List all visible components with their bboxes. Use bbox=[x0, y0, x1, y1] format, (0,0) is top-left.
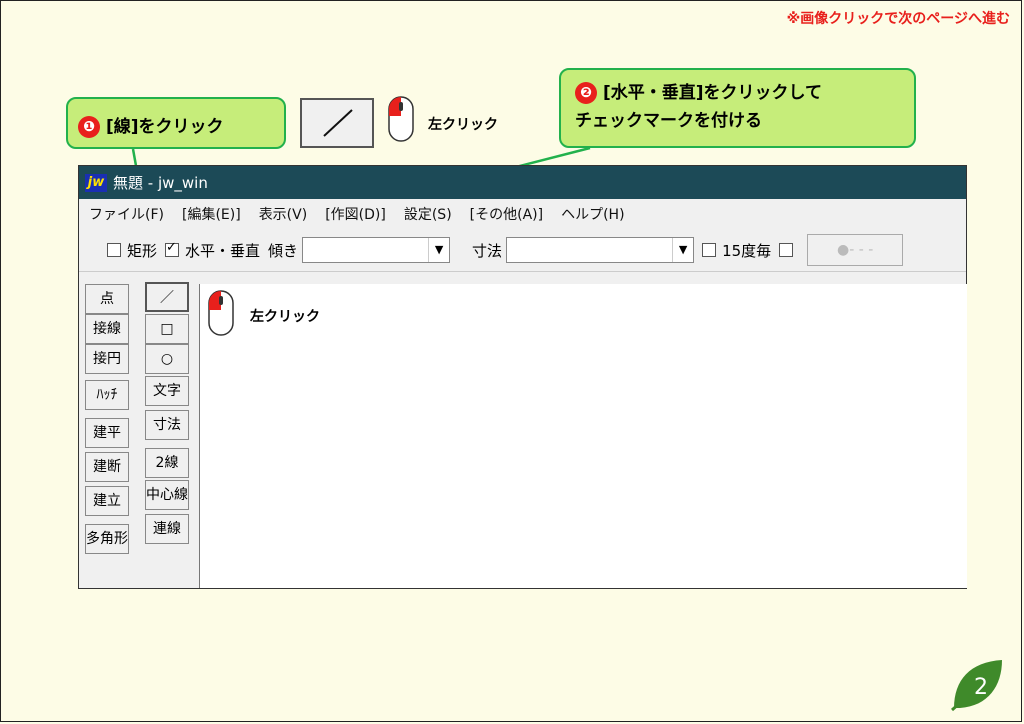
menu-edit[interactable]: [編集(E)] bbox=[182, 204, 241, 224]
tool-connect-line[interactable]: 連線 bbox=[145, 514, 189, 544]
tool-palette: 点 接線 接円 ﾊｯﾁ 建平 建断 建立 多角形 ／ □ ○ 文字 寸法 2線 … bbox=[79, 272, 201, 588]
incline-combo[interactable]: ▼ bbox=[302, 237, 451, 263]
tool-options-bar: 矩形 水平・垂直 傾き ▼ 寸法 ▼ 15度毎 ●- - - bbox=[79, 229, 966, 272]
line-button-sample bbox=[300, 98, 374, 148]
tool-point[interactable]: 点 bbox=[85, 284, 129, 314]
mouse-label-canvas: 左クリック bbox=[250, 309, 320, 325]
tool-text[interactable]: 文字 bbox=[145, 376, 189, 406]
callout-step1: ❶ [線]をクリック bbox=[66, 97, 286, 149]
drawing-canvas[interactable]: 左クリック bbox=[199, 284, 967, 588]
menu-other[interactable]: [その他(A)] bbox=[470, 204, 543, 224]
rect-checkbox[interactable]: 矩形 bbox=[107, 240, 157, 261]
dim-label: 寸法 bbox=[472, 241, 503, 260]
tool-double-line[interactable]: 2線 bbox=[145, 448, 189, 478]
menu-settings[interactable]: 設定(S) bbox=[404, 204, 452, 224]
next-page-note[interactable]: ※画像クリックで次のページへ進む bbox=[787, 8, 1010, 28]
mouse-left-click-icon bbox=[208, 290, 234, 336]
tool-hatch[interactable]: ﾊｯﾁ bbox=[85, 380, 129, 410]
tool-tangent-circle[interactable]: 接円 bbox=[85, 344, 129, 374]
jw-win-window: jw 無題 - jw_win ファイル(F) [編集(E)] 表示(V) [作図… bbox=[78, 165, 967, 589]
tool-plan[interactable]: 建平 bbox=[85, 418, 129, 448]
hv-check-icon[interactable] bbox=[165, 240, 180, 257]
deg15-checkbox[interactable]: 15度毎 bbox=[702, 240, 771, 261]
tool-elevation[interactable]: 建立 bbox=[85, 486, 129, 516]
tool-line[interactable]: ／ bbox=[145, 282, 189, 312]
tool-center-line[interactable]: 中心線 bbox=[145, 480, 189, 510]
jw-logo-icon: jw bbox=[85, 173, 107, 192]
mouse-label-top: 左クリック bbox=[428, 117, 498, 133]
dim-combo[interactable]: ▼ bbox=[506, 237, 695, 263]
step1-number: ❶ bbox=[78, 116, 100, 138]
incline-label: 傾き bbox=[268, 241, 299, 260]
linetype-check-icon[interactable] bbox=[779, 243, 794, 257]
leaf-page-badge-icon[interactable]: 2 bbox=[948, 656, 1006, 712]
tool-tangent-line[interactable]: 接線 bbox=[85, 314, 129, 344]
tool-section[interactable]: 建断 bbox=[85, 452, 129, 482]
tool-dimension[interactable]: 寸法 bbox=[145, 410, 189, 440]
line-sample-icon bbox=[323, 109, 353, 137]
step2-text-line2: チェックマークを付ける bbox=[575, 111, 762, 131]
tool-circle[interactable]: ○ bbox=[145, 344, 189, 374]
dim-dropdown-icon[interactable]: ▼ bbox=[672, 238, 693, 262]
linetype-checkbox[interactable] bbox=[779, 243, 799, 257]
incline-field: 傾き ▼ bbox=[268, 237, 451, 263]
deg15-check-icon[interactable] bbox=[702, 243, 717, 257]
incline-dropdown-icon[interactable]: ▼ bbox=[428, 238, 449, 262]
tool-rectangle[interactable]: □ bbox=[145, 314, 189, 344]
title-bar: jw 無題 - jw_win bbox=[79, 166, 966, 199]
callout-step2: ❷ [水平・垂直]をクリックして チェックマークを付ける bbox=[559, 68, 916, 148]
menu-bar: ファイル(F) [編集(E)] 表示(V) [作図(D)] 設定(S) [その他… bbox=[79, 199, 966, 229]
menu-file[interactable]: ファイル(F) bbox=[89, 204, 164, 224]
step1-text: [線]をクリック bbox=[106, 117, 224, 137]
mouse-left-click-icon bbox=[388, 96, 414, 142]
step2-number: ❷ bbox=[575, 82, 597, 104]
dim-field: 寸法 ▼ bbox=[472, 237, 695, 263]
tool-polygon[interactable]: 多角形 bbox=[85, 524, 129, 554]
page-number: 2 bbox=[974, 675, 988, 700]
deg15-label: 15度毎 bbox=[722, 241, 772, 260]
rect-label: 矩形 bbox=[127, 241, 158, 260]
menu-draw[interactable]: [作図(D)] bbox=[325, 204, 386, 224]
menu-help[interactable]: ヘルプ(H) bbox=[561, 204, 624, 224]
horizontal-vertical-checkbox[interactable]: 水平・垂直 bbox=[165, 240, 260, 261]
window-title: 無題 - jw_win bbox=[113, 174, 208, 192]
menu-view[interactable]: 表示(V) bbox=[259, 204, 308, 224]
rect-check-icon[interactable] bbox=[107, 243, 121, 257]
linetype-button[interactable]: ●- - - bbox=[807, 234, 904, 266]
step2-text-line1: [水平・垂直]をクリックして bbox=[603, 83, 823, 103]
hv-label: 水平・垂直 bbox=[185, 241, 261, 260]
